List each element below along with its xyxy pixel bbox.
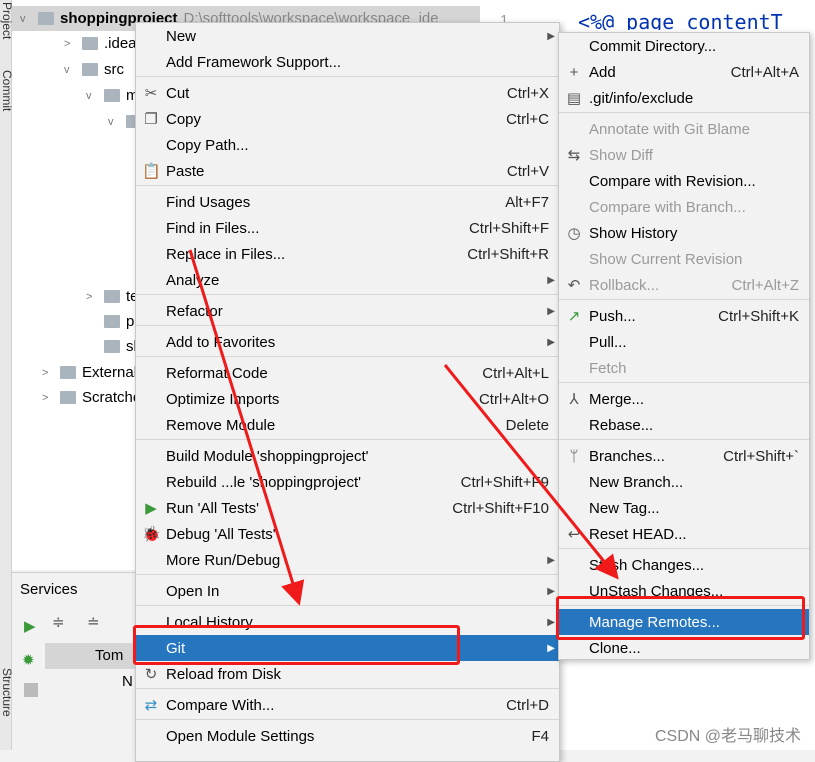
annotation-arrows (188, 249, 619, 606)
watermark: CSDN @老马聊技术 (654, 728, 801, 745)
arrow-to-manage-remotes (443, 364, 619, 580)
arrow-to-git (188, 249, 305, 606)
